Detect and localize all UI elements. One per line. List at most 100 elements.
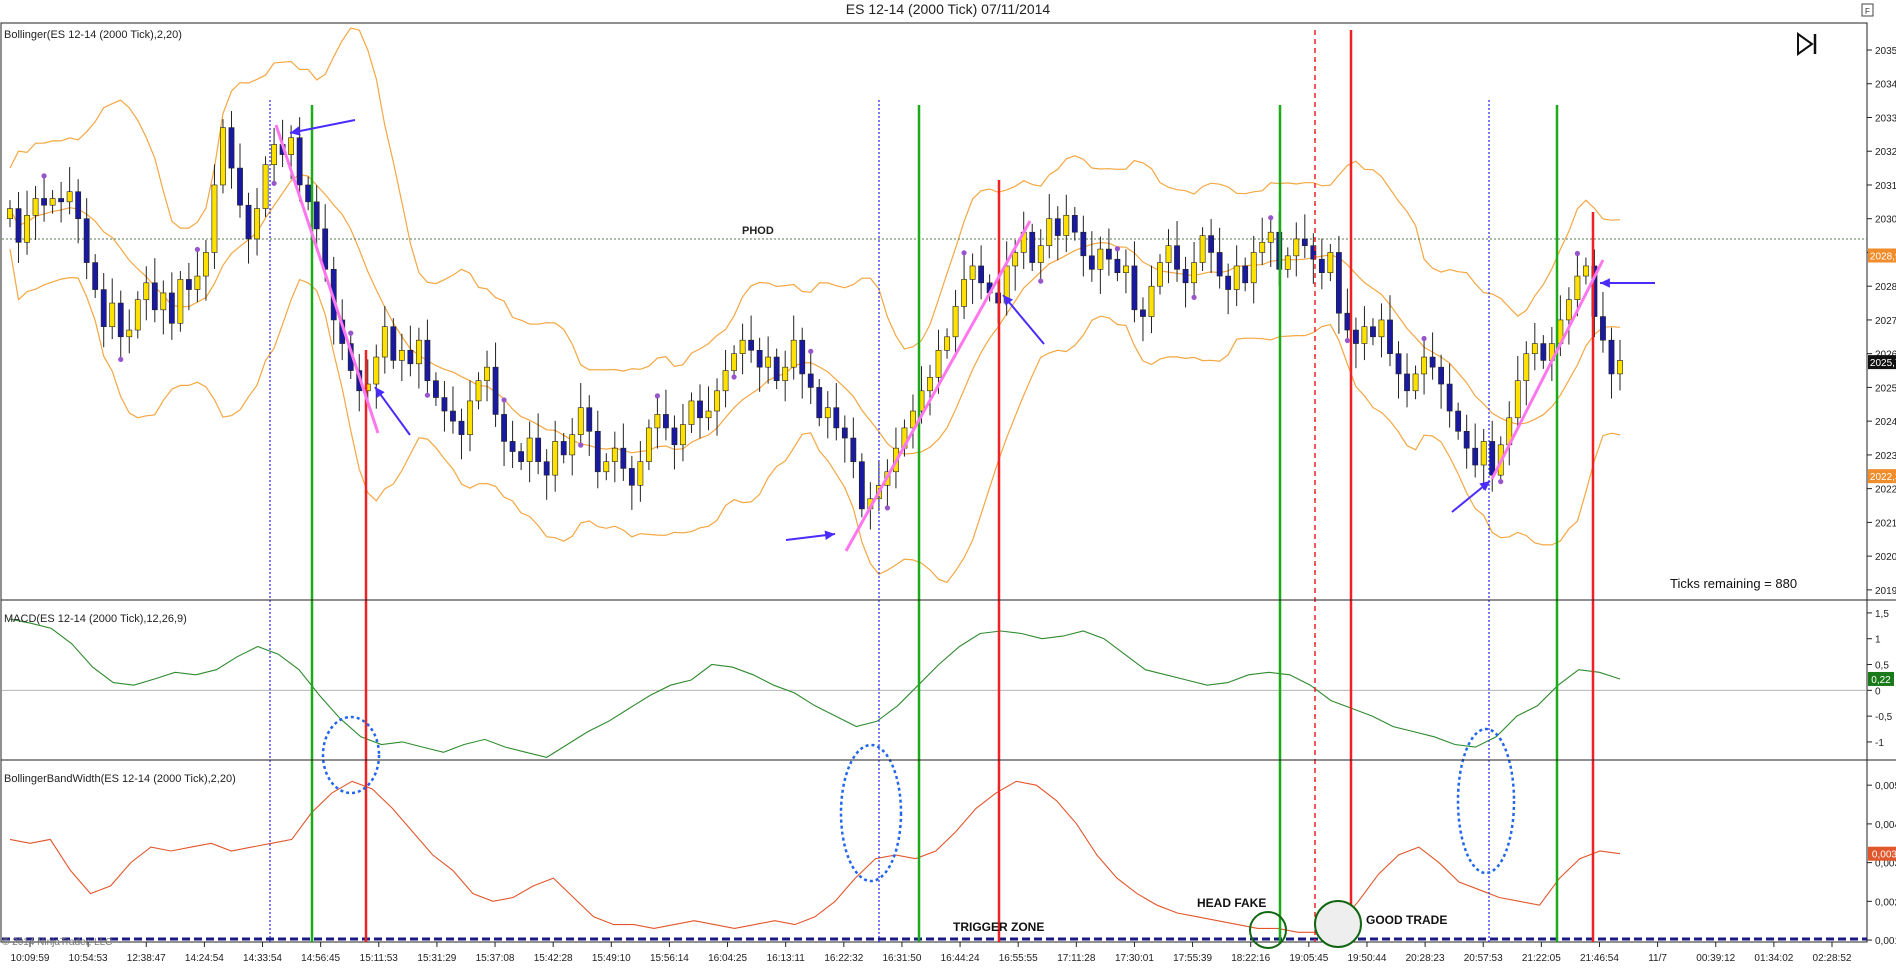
candle-body (424, 339, 431, 381)
x-tick-label: 16:13:11 (767, 953, 806, 964)
candle-body (560, 441, 567, 456)
bandwidth-line (9, 780, 1621, 933)
candle-body (518, 451, 525, 462)
candle-body (790, 339, 797, 368)
candle-body (1463, 430, 1470, 449)
x-tick-label: 15:37:08 (476, 953, 515, 964)
swing-dot (194, 246, 201, 253)
candle-body (628, 468, 635, 486)
candle-body (1344, 312, 1351, 331)
candle-body (1029, 231, 1036, 263)
candle-body (83, 218, 90, 263)
candle-body (526, 437, 533, 462)
candle-body (1523, 353, 1530, 381)
candle-body (66, 191, 73, 203)
x-tick-label: 20:28:23 (1406, 953, 1445, 964)
candle-body (1404, 373, 1410, 392)
x-tick-label: 15:49:10 (592, 953, 631, 964)
candle-body (117, 302, 124, 338)
candle-body (731, 353, 737, 371)
candle-body (58, 198, 65, 203)
swing-dot (1421, 335, 1427, 342)
y-tick-label: 1 (1875, 635, 1881, 646)
candle-body (288, 137, 295, 155)
bandwidth-marker-label: 0,00323 (1872, 850, 1896, 861)
swing-dot (1114, 246, 1121, 252)
candle-body (151, 282, 158, 311)
y-tick-label: 0,5 (1875, 661, 1889, 672)
candle-body (1208, 235, 1215, 253)
candle-body (850, 437, 857, 462)
candle-body (714, 390, 720, 412)
candle-body (1387, 319, 1393, 354)
swing-dot (578, 442, 584, 448)
candle-body (1327, 252, 1334, 273)
candle-body (1157, 262, 1163, 287)
candle-body (756, 350, 763, 368)
candle-body (1318, 258, 1325, 273)
candle-body (305, 184, 312, 203)
y-tick-label: 2022,00 (1875, 485, 1896, 496)
candle-body (262, 164, 269, 209)
candle-body (1480, 441, 1487, 466)
swing-dot (731, 374, 737, 380)
x-tick-label: 11/7 (1648, 953, 1667, 964)
x-tick-label: 16:22:32 (824, 953, 863, 964)
candle-body (1284, 255, 1291, 270)
candle-body (680, 424, 686, 446)
candle-body (458, 420, 465, 435)
x-tick-label: 21:46:54 (1580, 953, 1619, 964)
x-tick-label: 02:28:52 (1813, 953, 1852, 964)
candle-body (688, 400, 695, 425)
y-tick-label: 2028,00 (1875, 282, 1896, 293)
bandwidth-panel-label: BollingerBandWidth(ES 12-14 (2000 Tick),… (4, 773, 236, 785)
y-tick-label: 2027,00 (1875, 316, 1896, 327)
swing-dot (884, 505, 891, 511)
candle-body (739, 339, 746, 354)
candle-body (697, 400, 703, 419)
candle-body (765, 356, 772, 368)
play-pause-icon[interactable] (1797, 32, 1817, 56)
y-tick-label: 2021,00 (1875, 518, 1896, 529)
candle-body (961, 279, 967, 307)
candle-body (543, 461, 550, 476)
x-tick-label: 16:31:50 (882, 953, 921, 964)
candle-body (807, 373, 814, 388)
candle-body (1259, 242, 1266, 253)
candle-body (407, 350, 414, 365)
candle-body (501, 414, 507, 442)
y-tick-label: 2019,00 (1875, 586, 1896, 597)
swing-dot (118, 356, 124, 363)
candle-body (1114, 258, 1121, 273)
swing-dot (654, 393, 661, 399)
panel-f-icon[interactable]: F (1861, 3, 1874, 17)
highlight-ellipse (1456, 727, 1516, 875)
annotation-overlays (269, 30, 1655, 949)
y-tick-label: 2034,00 (1875, 80, 1896, 91)
candle-body (1097, 248, 1104, 270)
candle-body (1438, 366, 1445, 385)
candle-body (1250, 252, 1257, 284)
candle-body (1472, 447, 1479, 466)
swing-dot (961, 250, 967, 256)
candle-body (1489, 441, 1496, 476)
arrow-head (824, 530, 835, 540)
candle-body (1574, 275, 1581, 300)
y-tick-label: 1,5 (1875, 609, 1889, 620)
candle-body (143, 282, 150, 300)
candle-body (799, 339, 806, 375)
x-tick-label: 01:34:02 (1754, 953, 1793, 964)
candle-body (1063, 215, 1070, 236)
x-tick-label: 20:57:53 (1464, 953, 1503, 964)
y-tick-label: 2035,00 (1875, 46, 1896, 57)
swing-dot (271, 180, 277, 186)
x-tick-label: 15:11:53 (360, 953, 399, 964)
candle-body (944, 336, 950, 351)
candle-body (1412, 373, 1419, 392)
swing-dot (424, 392, 431, 398)
price-panel (2, 27, 1867, 584)
price-panel-label: Bollinger(ES 12-14 (2000 Tick),2,20) (4, 29, 182, 41)
x-tick-label: 12:38:47 (127, 953, 166, 964)
candle-body (168, 292, 175, 324)
phod-label: PHOD (742, 225, 774, 237)
